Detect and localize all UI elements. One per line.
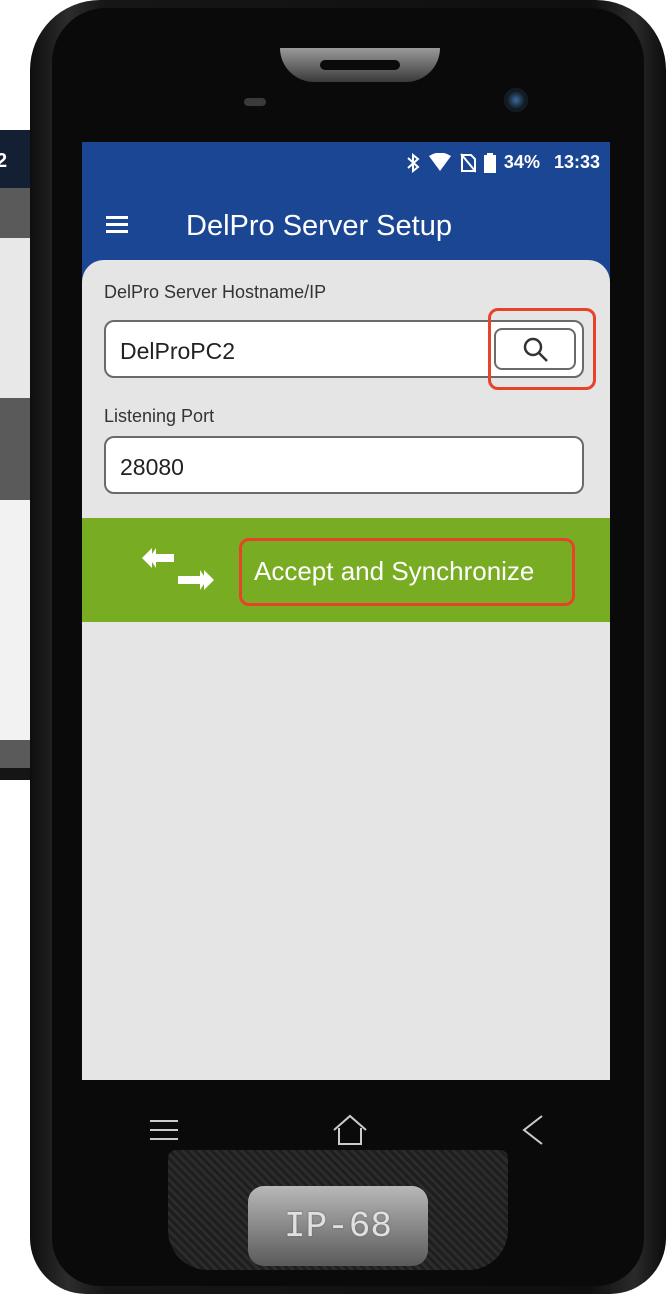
port-field (104, 436, 584, 494)
hamburger-menu-icon[interactable] (106, 212, 136, 242)
hostname-label: DelPro Server Hostname/IP (104, 282, 327, 302)
nav-back-icon[interactable] (520, 1112, 546, 1148)
search-highlight (488, 308, 596, 390)
nav-menu-icon[interactable] (148, 1118, 180, 1142)
port-input[interactable] (118, 448, 482, 486)
ip-rating-plate: IP-68 (248, 1186, 428, 1266)
battery-icon (483, 152, 496, 173)
bluetooth-icon (407, 152, 420, 173)
hostname-input[interactable] (118, 332, 482, 370)
clock: 13:33 (553, 152, 600, 172)
sync-arrows-icon (142, 548, 214, 590)
nav-home-icon[interactable] (330, 1112, 370, 1148)
ip-rating-label: IP-68 (283, 1206, 393, 1247)
accept-synchronize-button[interactable]: Accept and Synchronize (82, 518, 610, 622)
front-camera (504, 88, 528, 112)
proximity-sensor (244, 98, 266, 106)
wifi-icon (428, 152, 451, 171)
sync-highlight (239, 538, 575, 606)
battery-percent: 34% (503, 152, 540, 172)
earpiece-speaker (280, 48, 440, 82)
no-sim-icon (460, 152, 476, 173)
background-phone-text-fragment: 2 (0, 150, 8, 172)
phone-screen: 34% 13:33 DelPro Server Setup DelPro Ser… (82, 142, 610, 1080)
status-bar: 34% 13:33 (82, 142, 610, 184)
page-title: DelPro Server Setup (186, 210, 452, 242)
setup-card: DelPro Server Hostname/IP Listening Port (82, 260, 610, 1080)
port-label: Listening Port (104, 406, 215, 426)
